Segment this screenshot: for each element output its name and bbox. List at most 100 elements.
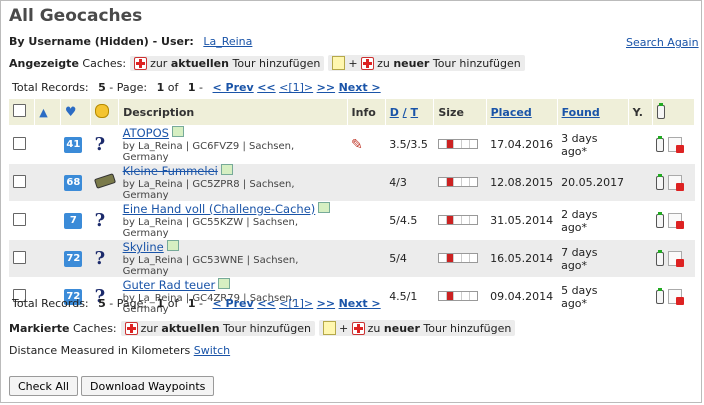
- prev-link[interactable]: < Prev: [213, 81, 254, 94]
- cache-name-link[interactable]: Skyline: [123, 240, 164, 254]
- direction-header[interactable]: ▲: [34, 99, 61, 126]
- page-count: 1: [187, 297, 196, 310]
- size-header: Size: [433, 99, 487, 126]
- size-indicator: [437, 291, 478, 301]
- marked-add-current-tour-button[interactable]: zur aktuellen Tour hinzufügen: [120, 320, 315, 336]
- description-header: Description: [118, 99, 348, 126]
- filter-line: By Username (Hidden) - User: La_Reina: [9, 35, 252, 48]
- gallery-icon[interactable]: [218, 278, 231, 289]
- add-current-tour-button[interactable]: zur aktuellen Tour hinzufügen: [130, 55, 325, 71]
- current-page-link[interactable]: <[1]>: [279, 81, 313, 94]
- cache-name-link[interactable]: ATOPOS: [123, 126, 169, 140]
- t-link[interactable]: T: [411, 106, 419, 119]
- plus-sign: +: [338, 321, 349, 335]
- page-title: All Geocaches: [9, 6, 143, 26]
- marked-add-new-tour-button[interactable]: + zu neuer Tour hinzufügen: [318, 320, 516, 336]
- add-new-bold: neuer: [383, 321, 420, 335]
- found-date: 2 days ago*: [557, 201, 629, 240]
- heart-icon: ♥: [64, 104, 77, 120]
- page-number: 1: [156, 297, 165, 310]
- table-header-row: ▲ ♥ Description Info D / T Size Placed F…: [9, 99, 696, 126]
- user-link[interactable]: La_Reina: [203, 35, 252, 48]
- wrench-icon: ✎: [351, 136, 363, 153]
- cache-name-link[interactable]: Kleine Fummelei: [123, 164, 218, 178]
- total-label: Total Records:: [12, 297, 89, 310]
- y-header: Y.: [628, 99, 653, 126]
- dt-header[interactable]: D / T: [385, 99, 435, 126]
- add-to-tour-icon[interactable]: [668, 137, 685, 153]
- placed-date: 09.04.2014: [486, 277, 558, 315]
- select-all-header[interactable]: [9, 99, 36, 126]
- smiley-icon: [95, 103, 110, 118]
- add-tour-icon: [124, 321, 138, 335]
- smiley-header[interactable]: [90, 99, 120, 126]
- send-to-gps-icon[interactable]: [656, 287, 665, 304]
- found-link[interactable]: Found: [562, 106, 600, 119]
- gallery-icon[interactable]: [318, 202, 331, 213]
- first-link[interactable]: <<: [257, 297, 275, 310]
- gps-header: [652, 99, 696, 126]
- page-count: 1: [187, 81, 196, 94]
- cache-name-link[interactable]: Eine Hand voll (Challenge-Cache): [123, 202, 316, 216]
- table-row: 7? Eine Hand voll (Challenge-Cache) by La_…: [9, 201, 695, 240]
- placed-link[interactable]: Placed: [491, 106, 532, 119]
- favorites-header[interactable]: ♥: [60, 99, 92, 126]
- gallery-icon[interactable]: [166, 240, 179, 251]
- row-checkbox[interactable]: [13, 250, 26, 264]
- last-link[interactable]: >>: [317, 297, 335, 310]
- cache-owner: by La_Reina | GC55KZW | Sachsen, Germany: [122, 217, 299, 239]
- row-checkbox[interactable]: [13, 174, 26, 188]
- add-to-tour-icon[interactable]: [668, 175, 685, 191]
- send-to-gps-icon[interactable]: [656, 249, 665, 266]
- pagination-top: Total Records: 5 - Page: 1 of 1 - < Prev…: [12, 81, 381, 94]
- row-checkbox[interactable]: [13, 136, 26, 150]
- found-date: 7 days ago*: [557, 239, 629, 278]
- mystery-cache-icon: ?: [94, 248, 106, 269]
- current-page-link[interactable]: <[1]>: [279, 297, 313, 310]
- add-to-tour-icon[interactable]: [668, 289, 685, 305]
- size-indicator: [437, 215, 478, 225]
- cache-owner: by La_Reina | GC53WNE | Sachsen, Germany: [122, 255, 299, 277]
- first-link[interactable]: <<: [257, 81, 275, 94]
- check-all-button[interactable]: Check All: [9, 376, 78, 396]
- add-current-post: Tour hinzufügen: [223, 321, 311, 335]
- last-link[interactable]: >>: [317, 81, 335, 94]
- cache-name-link[interactable]: Guter Rad teuer: [123, 278, 216, 292]
- found-date: 20.05.2017: [557, 163, 629, 202]
- send-to-gps-icon[interactable]: [656, 211, 665, 228]
- send-to-gps-icon[interactable]: [656, 135, 665, 152]
- add-new-post: Tour hinzufügen: [423, 321, 512, 335]
- table-row: 72? Skyline by La_Reina | GC53WNE | Sachse…: [9, 239, 695, 278]
- add-new-tour-button[interactable]: + zu neuer Tour hinzufügen: [328, 55, 525, 71]
- download-waypoints-button[interactable]: Download Waypoints: [81, 376, 215, 396]
- add-tour-icon: [351, 321, 365, 335]
- placed-date: 31.05.2014: [486, 201, 558, 240]
- prev-link[interactable]: < Prev: [213, 297, 254, 310]
- page-number: 1: [156, 81, 165, 94]
- search-again-link[interactable]: Search Again: [626, 36, 699, 49]
- add-to-tour-icon[interactable]: [668, 251, 685, 267]
- total-label: Total Records:: [12, 81, 89, 94]
- shown-label: Angezeigte: [9, 56, 79, 70]
- found-header[interactable]: Found: [557, 99, 629, 126]
- dash: -: [199, 297, 204, 310]
- found-date: 3 days ago*: [557, 125, 629, 164]
- add-new-bold: neuer: [393, 56, 430, 70]
- next-link[interactable]: Next >: [339, 297, 381, 310]
- d-link[interactable]: D: [390, 106, 399, 119]
- add-current-bold: aktuellen: [161, 321, 220, 335]
- new-note-icon: [332, 56, 346, 70]
- info-header: Info: [347, 99, 386, 126]
- caches-table: ▲ ♥ Description Info D / T Size Placed F…: [9, 99, 696, 315]
- placed-header[interactable]: Placed: [486, 99, 558, 126]
- distance-line: Distance Measured in Kilometers Switch: [9, 344, 230, 357]
- next-link[interactable]: Next >: [339, 81, 381, 94]
- select-all-checkbox[interactable]: [13, 104, 26, 117]
- send-to-gps-icon[interactable]: [656, 173, 665, 190]
- gallery-icon[interactable]: [220, 164, 233, 175]
- add-to-tour-icon[interactable]: [668, 213, 685, 229]
- marked-label-rest: Caches:: [72, 321, 117, 335]
- row-checkbox[interactable]: [13, 212, 26, 226]
- gallery-icon[interactable]: [171, 126, 184, 137]
- switch-units-link[interactable]: Switch: [194, 344, 230, 357]
